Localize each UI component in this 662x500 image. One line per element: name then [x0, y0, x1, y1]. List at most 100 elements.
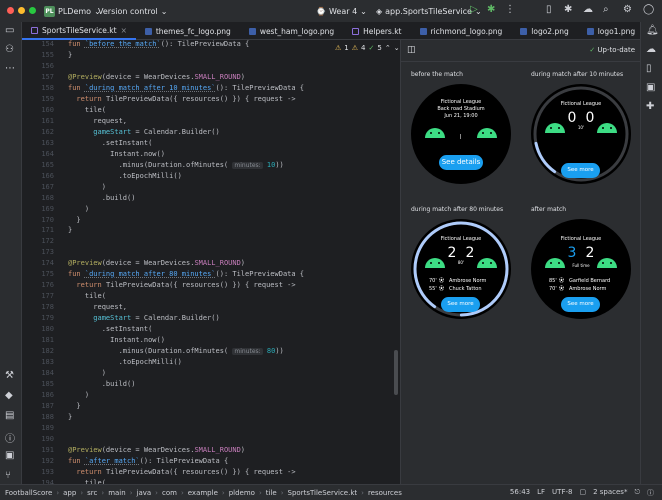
problems-icon[interactable]: ⓘ [5, 430, 15, 445]
terminal-icon[interactable]: ▣ [5, 450, 14, 461]
watch-face-preview[interactable]: Fictional League 0 0 10' See more [531, 84, 631, 184]
breadcrumb-item[interactable]: main [108, 489, 126, 497]
line-number[interactable]: 190 [32, 434, 54, 445]
tab-helpers-kt[interactable]: Helpers.kt [343, 22, 410, 40]
editor-scrollbar[interactable] [394, 350, 398, 395]
line-number[interactable]: 158 [32, 83, 54, 94]
search-icon[interactable]: ⌕ [603, 4, 609, 15]
line-number[interactable]: 159 [32, 94, 54, 105]
line-number[interactable]: 182 [32, 346, 54, 357]
line-number[interactable]: 185 [32, 379, 54, 390]
device-mirror-icon[interactable]: ▣ [646, 82, 655, 93]
breadcrumb-item[interactable]: tile [266, 489, 277, 497]
code-editor[interactable]: ⚠ 1 ⚠ 4 ✓ 5 ⌃ ⌄ 154 fun `before the match`():… [22, 40, 400, 484]
line-number[interactable]: 189 [32, 423, 54, 434]
see-details-button[interactable]: See details [439, 155, 483, 170]
tab-logo1-png[interactable]: logo1.png [578, 22, 644, 40]
breadcrumb-item[interactable]: pldemo [229, 489, 255, 497]
line-number[interactable]: 177 [32, 291, 54, 302]
line-number[interactable]: 178 [32, 302, 54, 313]
sdk-icon[interactable]: ✱ [564, 4, 572, 15]
line-number[interactable]: 166 [32, 171, 54, 182]
readonly-icon[interactable]: ▢ [579, 488, 586, 498]
lock-icon[interactable]: ⎋ [634, 488, 640, 498]
project-folder-icon[interactable]: ▭ [5, 25, 14, 36]
line-number[interactable]: 176 [32, 280, 54, 291]
line-number[interactable]: 169 [32, 204, 54, 215]
tab-logo2-png[interactable]: logo2.png [511, 22, 577, 40]
watch-face-preview[interactable]: Fictional League 3 2 Full time 85' ⚽︎ Garfield… [531, 219, 631, 319]
line-number[interactable]: 171 [32, 225, 54, 236]
line-number[interactable]: 186 [32, 390, 54, 401]
line-number[interactable]: 187 [32, 401, 54, 412]
line-number[interactable]: 160 [32, 105, 54, 116]
see-more-button[interactable]: See more [561, 163, 600, 178]
line-number[interactable]: 193 [32, 467, 54, 478]
line-number[interactable]: 156 [32, 61, 54, 72]
breadcrumb-item[interactable]: java [137, 489, 152, 497]
build-icon[interactable]: ⚒ [5, 370, 14, 381]
running-devices-icon[interactable]: ▯ [646, 63, 652, 74]
device-selector[interactable]: ⌚ Wear 4 ⌄ [316, 4, 367, 18]
project-selector[interactable]: PL PLDemo ⌄ [44, 4, 101, 18]
tab-richmond_logo-png[interactable]: richmond_logo.png [411, 22, 512, 40]
watch-face-preview[interactable]: Fictional League Back road Stadium Jun 21,… [411, 84, 511, 184]
gradle-icon[interactable]: ◆ [5, 390, 13, 401]
structure-icon[interactable]: ⚇ [5, 44, 14, 55]
close-window-button[interactable] [7, 7, 14, 14]
more-icon[interactable]: ⋮ [505, 4, 515, 15]
debug-icon[interactable]: ✱ [487, 4, 495, 15]
notifications-icon[interactable]: 🔔︎ [646, 25, 659, 36]
breadcrumb-item[interactable]: src [87, 489, 97, 497]
line-number[interactable]: 162 [32, 127, 54, 138]
line-number[interactable]: 164 [32, 149, 54, 160]
line-separator[interactable]: LF [537, 488, 545, 498]
git-icon[interactable]: ⑂ [5, 470, 11, 481]
run-icon[interactable]: ▷ [470, 4, 478, 15]
minimize-window-button[interactable] [18, 7, 25, 14]
line-number[interactable]: 173 [32, 247, 54, 258]
line-number[interactable]: 192 [32, 456, 54, 467]
line-number[interactable]: 183 [32, 357, 54, 368]
line-number[interactable]: 172 [32, 236, 54, 247]
add-icon[interactable]: ✚ [646, 101, 654, 112]
more-tools-icon[interactable]: ⋯ [5, 63, 15, 74]
see-more-button[interactable]: See more [561, 297, 600, 312]
line-number[interactable]: 163 [32, 138, 54, 149]
line-number[interactable]: 170 [32, 215, 54, 226]
tab-themes_fc_logo-png[interactable]: themes_fc_logo.png [136, 22, 240, 40]
line-number[interactable]: 174 [32, 258, 54, 269]
line-number[interactable]: 184 [32, 368, 54, 379]
close-tab-icon[interactable]: × [121, 26, 127, 35]
vcs-icon[interactable]: ⓘ [647, 488, 654, 498]
device-manager-icon[interactable]: ▯ [546, 4, 552, 15]
line-number[interactable]: 191 [32, 445, 54, 456]
breadcrumb-item[interactable]: example [188, 489, 218, 497]
gemini-icon[interactable]: ☁ [583, 4, 593, 15]
breadcrumb-item[interactable]: resources [368, 489, 402, 497]
breadcrumb-item[interactable]: app [63, 489, 76, 497]
tab-west_ham_logo-png[interactable]: west_ham_logo.png [240, 22, 343, 40]
line-number[interactable]: 181 [32, 335, 54, 346]
account-icon[interactable]: ◯ [643, 4, 654, 15]
breadcrumb-item[interactable]: com [162, 489, 177, 497]
line-number[interactable]: 155 [32, 50, 54, 61]
indent-setting[interactable]: 2 spaces* [593, 488, 627, 498]
line-number[interactable]: 165 [32, 160, 54, 171]
breadcrumb-item[interactable]: SportsTileService.kt [288, 489, 358, 497]
vcs-menu[interactable]: Version control ⌄ [98, 4, 167, 18]
gemini-icon[interactable]: ☁ [646, 44, 656, 55]
line-number[interactable]: 161 [32, 116, 54, 127]
layout-icon[interactable]: ◫ [407, 45, 416, 55]
line-number[interactable]: 188 [32, 412, 54, 423]
maximize-window-button[interactable] [29, 7, 36, 14]
logcat-icon[interactable]: ▤ [5, 410, 14, 421]
line-number[interactable]: 167 [32, 182, 54, 193]
see-more-button[interactable]: See more [441, 297, 480, 312]
line-number[interactable]: 168 [32, 193, 54, 204]
tab-sportstileservice-kt[interactable]: SportsTileService.kt × [22, 22, 136, 40]
line-number[interactable]: 179 [32, 313, 54, 324]
file-encoding[interactable]: UTF-8 [552, 488, 572, 498]
cursor-position[interactable]: 56:43 [510, 488, 530, 498]
run-config-selector[interactable]: ◈ app.SportsTileService ⌄ [376, 4, 482, 18]
